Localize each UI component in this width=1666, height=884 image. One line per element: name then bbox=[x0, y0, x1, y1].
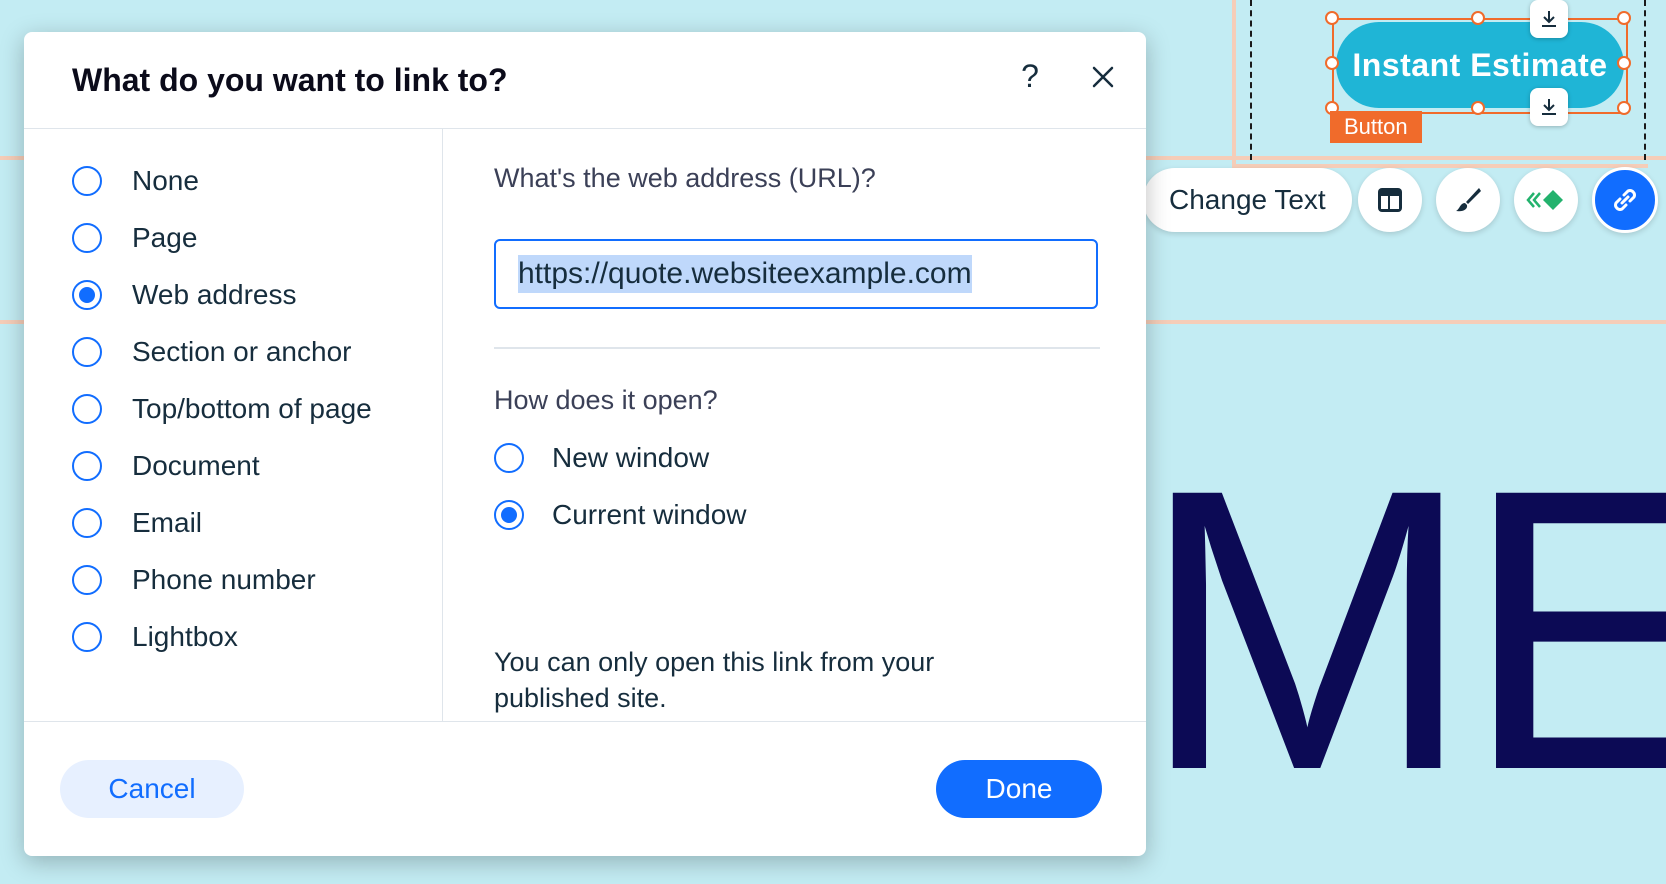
link-dialog: What do you want to link to? ? None Page… bbox=[24, 32, 1146, 856]
resize-handle[interactable] bbox=[1617, 101, 1631, 115]
change-text-button[interactable]: Change Text bbox=[1143, 168, 1352, 232]
link-option-web-address[interactable]: Web address bbox=[72, 275, 296, 315]
link-option-email[interactable]: Email bbox=[72, 503, 202, 543]
resize-handle[interactable] bbox=[1325, 11, 1339, 25]
link-icon bbox=[1614, 189, 1636, 211]
link-option-none[interactable]: None bbox=[72, 161, 199, 201]
open-option-new-window[interactable]: New window bbox=[494, 438, 709, 478]
link-option-lightbox[interactable]: Lightbox bbox=[72, 617, 238, 657]
link-option-document[interactable]: Document bbox=[72, 446, 260, 486]
resize-handle[interactable] bbox=[1471, 11, 1485, 25]
link-option-phone[interactable]: Phone number bbox=[72, 560, 316, 600]
dialog-header: What do you want to link to? ? bbox=[24, 32, 1146, 129]
radio-button[interactable] bbox=[72, 166, 102, 196]
divider bbox=[494, 347, 1100, 349]
close-icon bbox=[1092, 66, 1114, 88]
link-option-top-bottom[interactable]: Top/bottom of page bbox=[72, 389, 372, 429]
guide-line-left bbox=[1250, 0, 1252, 160]
animation-icon bbox=[1526, 190, 1563, 210]
link-option-label: Document bbox=[132, 450, 260, 481]
link-option-label: Web address bbox=[132, 279, 297, 310]
link-option-label: None bbox=[132, 165, 199, 196]
element-type-tag: Button bbox=[1330, 111, 1422, 143]
link-option-label: Phone number bbox=[132, 564, 316, 595]
link-option-page[interactable]: Page bbox=[72, 218, 197, 258]
guide-line-right bbox=[1644, 0, 1646, 160]
done-button[interactable]: Done bbox=[936, 760, 1102, 818]
stretch-handle-top[interactable] bbox=[1530, 0, 1568, 38]
selection-box bbox=[1332, 18, 1628, 114]
cancel-button[interactable]: Cancel bbox=[60, 760, 244, 818]
open-option-label: New window bbox=[552, 442, 710, 473]
resize-handle[interactable] bbox=[1471, 101, 1485, 115]
headline-text: ME bbox=[1140, 406, 1666, 853]
link-option-label: Page bbox=[132, 222, 198, 253]
paintbrush-icon bbox=[1456, 188, 1481, 212]
radio-button[interactable] bbox=[72, 565, 102, 595]
dialog-title: What do you want to link to? bbox=[72, 62, 508, 98]
radio-button[interactable] bbox=[72, 451, 102, 481]
dialog-body: None Page Web address Section or anchor … bbox=[24, 129, 1146, 721]
design-button[interactable] bbox=[1436, 168, 1500, 232]
layout-button[interactable] bbox=[1358, 168, 1422, 232]
link-type-list: None Page Web address Section or anchor … bbox=[24, 129, 443, 721]
selection-frame bbox=[1232, 0, 1236, 166]
animation-button[interactable] bbox=[1514, 168, 1578, 232]
link-option-label: Top/bottom of page bbox=[132, 393, 372, 424]
open-option-current-window[interactable]: Current window bbox=[494, 495, 747, 535]
dialog-footer: Cancel Done bbox=[24, 721, 1146, 856]
radio-button[interactable] bbox=[494, 443, 524, 473]
link-option-label: Section or anchor bbox=[132, 336, 352, 367]
link-option-section[interactable]: Section or anchor bbox=[72, 332, 351, 372]
radio-button[interactable] bbox=[72, 508, 102, 538]
url-label: What's the web address (URL)? bbox=[494, 163, 876, 193]
radio-button[interactable] bbox=[494, 500, 524, 530]
url-value: https://quote.websiteexample.com bbox=[518, 255, 972, 293]
radio-button[interactable] bbox=[72, 394, 102, 424]
download-arrow-icon bbox=[1542, 99, 1556, 115]
close-button[interactable] bbox=[1086, 60, 1120, 94]
radio-button[interactable] bbox=[72, 280, 102, 310]
layout-icon bbox=[1378, 188, 1402, 212]
resize-handle[interactable] bbox=[1617, 11, 1631, 25]
help-button[interactable]: ? bbox=[1012, 58, 1048, 95]
stretch-handle-bottom[interactable] bbox=[1530, 88, 1568, 126]
radio-button[interactable] bbox=[72, 337, 102, 367]
open-mode-label: How does it open? bbox=[494, 385, 718, 415]
open-option-label: Current window bbox=[552, 499, 747, 530]
resize-handle[interactable] bbox=[1617, 56, 1631, 70]
radio-button[interactable] bbox=[72, 622, 102, 652]
download-arrow-icon bbox=[1542, 11, 1556, 27]
link-option-label: Email bbox=[132, 507, 203, 538]
resize-handle[interactable] bbox=[1325, 56, 1339, 70]
link-option-label: Lightbox bbox=[132, 621, 238, 652]
radio-button[interactable] bbox=[72, 223, 102, 253]
url-input[interactable]: https://quote.websiteexample.com bbox=[494, 239, 1098, 309]
published-site-note: You can only open this link from your pu… bbox=[494, 647, 935, 713]
web-address-settings: What's the web address (URL)? https://qu… bbox=[494, 129, 1100, 721]
link-button[interactable] bbox=[1592, 167, 1658, 233]
